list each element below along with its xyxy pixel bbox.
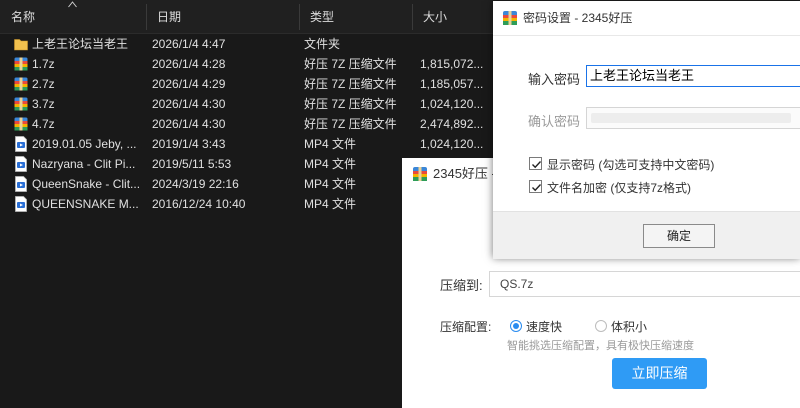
haozip-logo-icon	[503, 11, 517, 25]
file-size: 1,185,057...	[420, 77, 484, 91]
video-file-icon	[14, 136, 28, 152]
confirm-password-label: 确认密码	[528, 114, 581, 129]
file-name: 2019.01.05 Jeby, ...	[32, 137, 137, 151]
encrypt-filenames-label[interactable]: 文件名加密 (仅支持7z格式)	[547, 179, 691, 196]
video-file-icon	[14, 176, 28, 192]
checkmark-icon	[532, 161, 542, 169]
radio-size-small-label[interactable]: 体积小	[611, 318, 647, 335]
file-type: 好压 7Z 压缩文件	[304, 57, 397, 71]
archive-icon	[14, 96, 28, 112]
haozip-logo-icon	[413, 167, 427, 181]
file-size: 2,474,892...	[420, 117, 484, 131]
file-date: 2026/1/4 4:47	[152, 37, 226, 51]
confirm-password-input[interactable]	[586, 107, 800, 129]
file-type: MP4 文件	[304, 197, 357, 211]
password-label: 输入密码	[528, 72, 581, 87]
file-type: 文件夹	[304, 37, 341, 51]
column-size[interactable]: 大小	[412, 0, 492, 33]
file-date: 2026/1/4 4:28	[152, 57, 226, 71]
file-name: QUEENSNAKE M...	[32, 197, 139, 211]
file-type: 好压 7Z 压缩文件	[304, 117, 397, 131]
file-name: 4.7z	[32, 117, 55, 131]
file-date: 2024/3/19 22:16	[152, 177, 239, 191]
file-date: 2019/5/11 5:53	[152, 157, 232, 171]
password-input[interactable]: 上老王论坛当老王	[586, 65, 800, 87]
file-name: QueenSnake - Clit...	[32, 177, 141, 191]
file-date: 2019/1/4 3:43	[152, 137, 226, 151]
ok-button[interactable]: 确定	[643, 224, 715, 248]
column-name[interactable]: 名称	[0, 0, 146, 33]
password-dialog: 密码设置 - 2345好压 输入密码 上老王论坛当老王 确认密码 显示密码 (勾…	[493, 1, 800, 259]
folder-icon	[14, 36, 28, 52]
archive-icon	[14, 56, 28, 72]
file-date: 2026/1/4 4:29	[152, 77, 226, 91]
video-file-icon	[14, 196, 28, 212]
column-date[interactable]: 日期	[146, 0, 299, 33]
file-name: Nazryana - Clit Pi...	[32, 157, 136, 171]
file-date: 2016/12/24 10:40	[152, 197, 246, 211]
file-type: 好压 7Z 压缩文件	[304, 97, 397, 111]
file-type: MP4 文件	[304, 157, 357, 171]
file-name: 2.7z	[32, 77, 55, 91]
encrypt-filenames-checkbox[interactable]	[529, 180, 542, 193]
show-password-label[interactable]: 显示密码 (勾选可支持中文密码)	[547, 156, 714, 173]
video-file-icon	[14, 156, 28, 172]
file-date: 2026/1/4 4:30	[152, 117, 226, 131]
file-name: 3.7z	[32, 97, 55, 111]
compress-dialog-title: 2345好压 -	[433, 166, 496, 181]
archive-icon	[14, 76, 28, 92]
radio-size-small[interactable]	[595, 320, 607, 332]
file-type: 好压 7Z 压缩文件	[304, 77, 397, 91]
password-dialog-titlebar[interactable]: 密码设置 - 2345好压	[493, 1, 800, 36]
column-type[interactable]: 类型	[299, 0, 412, 33]
radio-speed-fast[interactable]	[510, 320, 522, 332]
file-size: 1,024,120...	[420, 137, 484, 151]
compress-path-input[interactable]: QS.7z	[489, 271, 800, 297]
file-type: MP4 文件	[304, 177, 357, 191]
start-compress-button[interactable]: 立即压缩	[612, 358, 707, 389]
file-size: 1,024,120...	[420, 97, 484, 111]
compress-path-label: 压缩到:	[440, 278, 483, 293]
file-name: 上老王论坛当老王	[32, 37, 129, 51]
file-date: 2026/1/4 4:30	[152, 97, 226, 111]
checkmark-icon	[532, 184, 542, 192]
file-name: 1.7z	[32, 57, 55, 71]
file-type: MP4 文件	[304, 137, 357, 151]
compress-config-label: 压缩配置:	[440, 320, 492, 334]
password-dialog-title: 密码设置 - 2345好压	[523, 11, 633, 25]
radio-speed-fast-label[interactable]: 速度快	[526, 318, 562, 335]
file-size: 1,815,072...	[420, 57, 484, 71]
compress-hint: 智能挑选压缩配置，具有极快压缩速度	[507, 340, 694, 352]
show-password-checkbox[interactable]	[529, 157, 542, 170]
archive-icon	[14, 116, 28, 132]
